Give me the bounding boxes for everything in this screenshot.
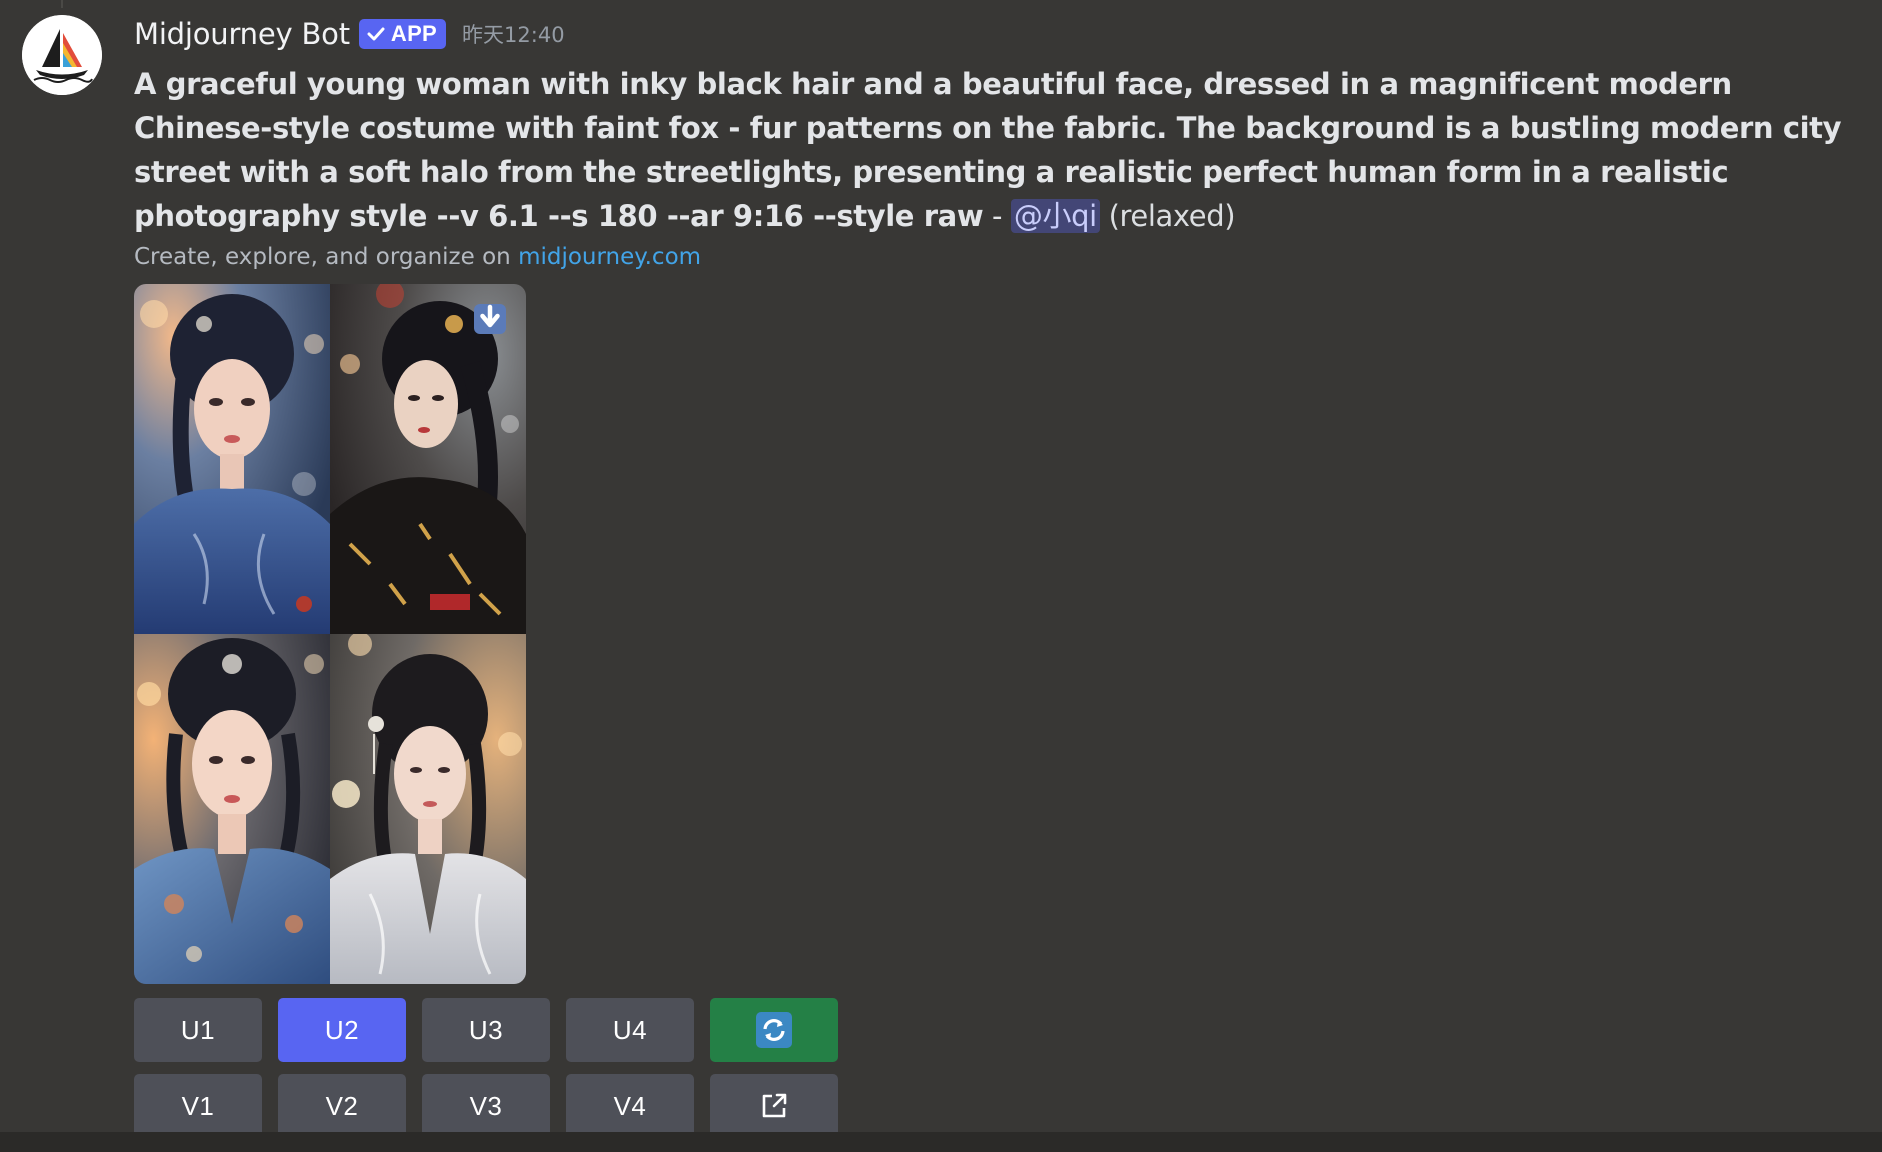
app-badge: APP xyxy=(358,19,447,49)
portrait-blue-image xyxy=(134,284,330,634)
arrow-down-icon xyxy=(480,304,500,328)
v3-button[interactable]: V3 xyxy=(422,1074,550,1138)
prompt-separator: - xyxy=(983,199,1011,233)
image-3[interactable] xyxy=(134,634,330,984)
image-1[interactable] xyxy=(134,284,330,634)
portrait-white-image xyxy=(330,634,526,984)
mode-label: (relaxed) xyxy=(1108,199,1236,233)
portrait-floral-image xyxy=(134,634,330,984)
checkmark-icon xyxy=(367,27,385,41)
external-link-icon xyxy=(762,1093,787,1118)
avatar[interactable] xyxy=(22,15,102,95)
message-header: Midjourney Bot APP 昨天12:40 xyxy=(134,12,1854,56)
image-grid[interactable] xyxy=(134,284,526,984)
v1-button[interactable]: V1 xyxy=(134,1074,262,1138)
footer-text: Create, explore, and organize on xyxy=(134,244,519,270)
u3-button[interactable]: U3 xyxy=(422,998,550,1062)
author-name[interactable]: Midjourney Bot xyxy=(134,17,350,51)
discord-chat-view: Midjourney Bot APP 昨天12:40 A graceful yo… xyxy=(0,0,1882,1152)
footer-line: Create, explore, and organize on midjour… xyxy=(134,240,1854,274)
image-4[interactable] xyxy=(330,634,526,984)
action-buttons: U1 U2 U3 U4 V1 V2 V3 V4 xyxy=(134,998,1854,1138)
bot-message: Midjourney Bot APP 昨天12:40 A graceful yo… xyxy=(0,0,1882,1138)
download-icon[interactable] xyxy=(474,304,506,334)
image-2[interactable] xyxy=(330,284,526,634)
bottom-bar xyxy=(0,1132,1882,1152)
website-link[interactable]: midjourney.com xyxy=(518,244,701,270)
user-mention[interactable]: @小qi xyxy=(1010,199,1100,233)
refresh-icon xyxy=(756,1012,792,1048)
prompt-text: A graceful young woman with inky black h… xyxy=(134,62,1854,238)
app-badge-label: APP xyxy=(390,21,438,46)
u4-button[interactable]: U4 xyxy=(566,998,694,1062)
sailboat-logo-icon xyxy=(22,15,102,95)
timestamp[interactable]: 昨天12:40 xyxy=(462,19,565,49)
open-web-button[interactable] xyxy=(710,1074,838,1138)
v2-button[interactable]: V2 xyxy=(278,1074,406,1138)
u1-button[interactable]: U1 xyxy=(134,998,262,1062)
reroll-button[interactable] xyxy=(710,998,838,1062)
v4-button[interactable]: V4 xyxy=(566,1074,694,1138)
portrait-black-image xyxy=(330,284,526,634)
u2-button[interactable]: U2 xyxy=(278,998,406,1062)
